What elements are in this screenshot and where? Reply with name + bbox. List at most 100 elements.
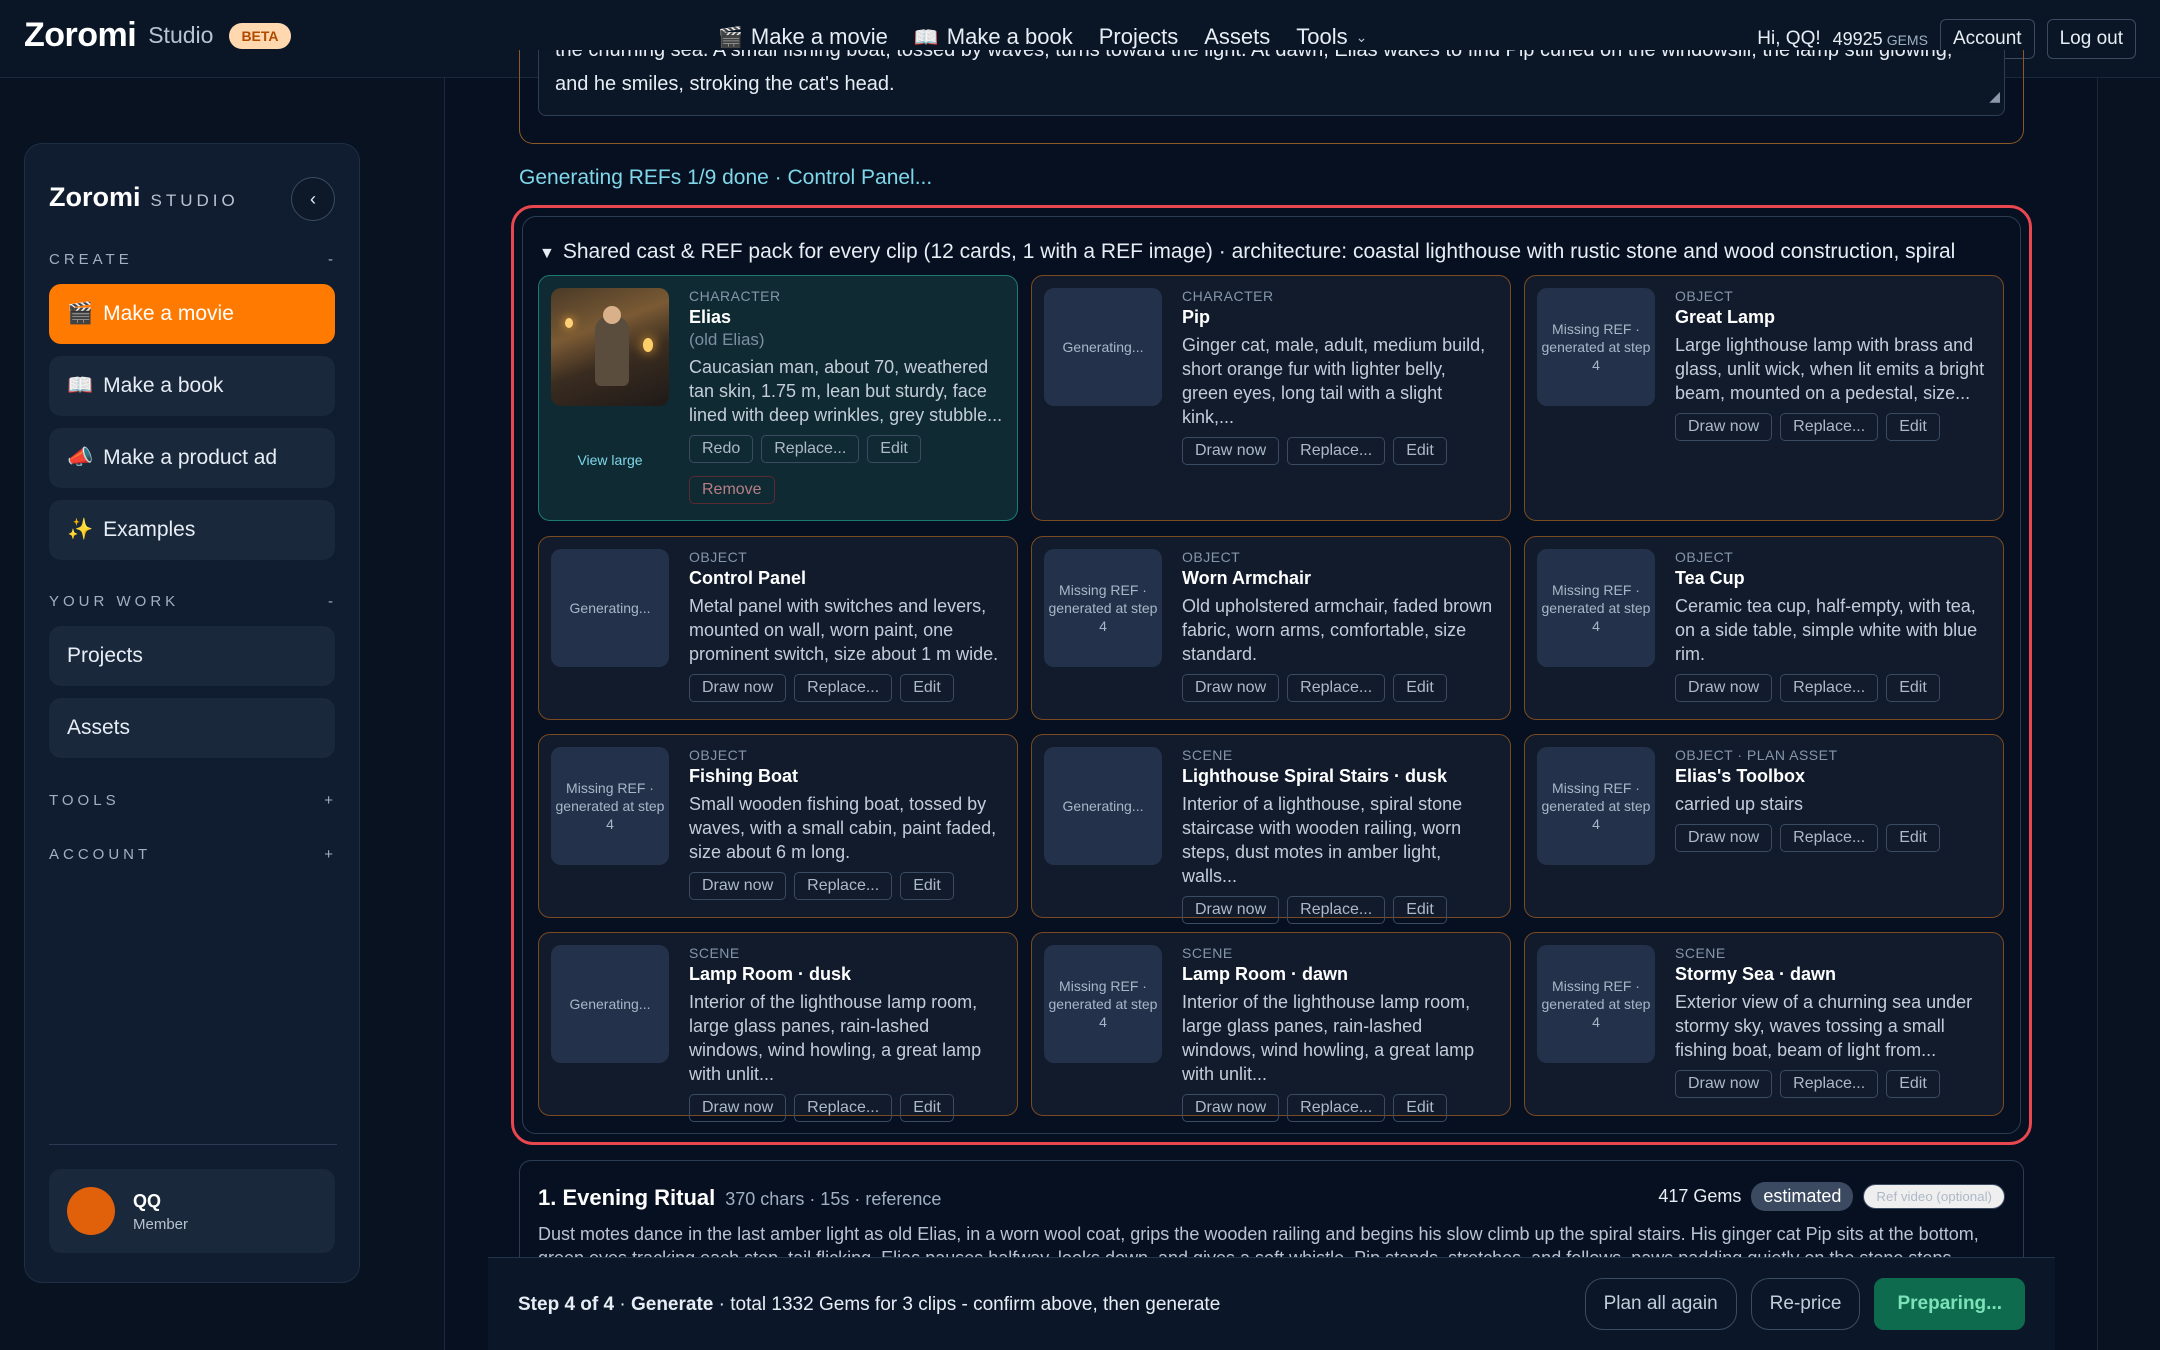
brand-logo[interactable]: Zoromi Studio BETA: [24, 16, 291, 55]
sidebar-item-label: Make a book: [103, 374, 224, 397]
card-name: Tea Cup: [1675, 568, 1745, 588]
sidebar-item-projects[interactable]: Projects: [49, 626, 335, 686]
draw-now-button[interactable]: Draw now: [1675, 824, 1773, 852]
logout-button[interactable]: Log out: [2046, 19, 2136, 59]
ref-placeholder: Missing REF · generated at step 4: [1537, 747, 1655, 865]
section-tools[interactable]: TOOLS +: [49, 792, 337, 809]
draw-now-button[interactable]: Draw now: [1182, 437, 1280, 465]
card-kind: SCENE: [1182, 945, 1233, 961]
sidebar-item-label: Examples: [103, 518, 196, 541]
ref-card: View large CHARACTER Elias (old Elias) Cauca…: [538, 275, 1018, 521]
replace-button[interactable]: Replace...: [1287, 1094, 1386, 1122]
user-card[interactable]: QQ Member: [49, 1169, 335, 1253]
replace-button[interactable]: Replace...: [1780, 824, 1879, 852]
clapperboard-icon: 🎬: [718, 26, 743, 49]
brand-sub: Studio: [148, 22, 214, 48]
resize-handle-icon[interactable]: ◢: [1989, 79, 2000, 113]
ref-image-thumbnail[interactable]: [551, 288, 669, 406]
draw-now-button[interactable]: Draw now: [689, 872, 787, 900]
reprice-button[interactable]: Re-price: [1750, 1278, 1861, 1330]
section-toggle: +: [324, 846, 337, 863]
story-textarea[interactable]: the churning sea. A small fishing boat, …: [538, 50, 2005, 116]
edit-button[interactable]: Edit: [1886, 674, 1940, 702]
edit-button[interactable]: Edit: [1393, 1094, 1447, 1122]
replace-button[interactable]: Replace...: [1780, 413, 1879, 441]
nav-tools[interactable]: Tools ⌄: [1296, 24, 1367, 50]
card-actions: Redo Replace... Edit: [689, 435, 1003, 463]
draw-now-button[interactable]: Draw now: [1182, 896, 1280, 924]
megaphone-icon: 📣: [67, 446, 94, 469]
edit-button[interactable]: Edit: [867, 435, 921, 463]
edit-button[interactable]: Edit: [1886, 413, 1940, 441]
sidebar-item-make-product-ad[interactable]: 📣 Make a product ad: [49, 428, 335, 488]
replace-button[interactable]: Replace...: [1780, 674, 1879, 702]
edit-button[interactable]: Edit: [1886, 824, 1940, 852]
card-kind: OBJECT: [1182, 549, 1241, 565]
sidebar-item-assets[interactable]: Assets: [49, 698, 335, 758]
redo-button[interactable]: Redo: [689, 435, 754, 463]
sidebar-header: Zoromi STUDIO: [49, 182, 239, 213]
lantern-glow: [565, 318, 573, 328]
draw-now-button[interactable]: Draw now: [1675, 413, 1773, 441]
replace-button[interactable]: Replace...: [761, 435, 860, 463]
card-body: SCENE Lighthouse Spiral Stairs · dusk Inte…: [1182, 747, 1496, 924]
sidebar-item-examples[interactable]: ✨ Examples: [49, 500, 335, 560]
card-body: SCENE Lamp Room · dusk Interior of the lig…: [689, 945, 1003, 1122]
replace-button[interactable]: Replace...: [1287, 896, 1386, 924]
sidebar: Zoromi STUDIO ‹ CREATE - 🎬 Make a movie …: [24, 143, 360, 1283]
sidebar-item-make-book[interactable]: 📖 Make a book: [49, 356, 335, 416]
card-name: Great Lamp: [1675, 307, 1776, 327]
nav-assets[interactable]: Assets: [1204, 24, 1270, 50]
card-name: Fishing Boat: [689, 766, 798, 786]
remove-button[interactable]: Remove: [689, 476, 775, 504]
edit-button[interactable]: Edit: [900, 872, 954, 900]
replace-button[interactable]: Replace...: [794, 674, 893, 702]
draw-now-button[interactable]: Draw now: [1675, 1070, 1773, 1098]
edit-button[interactable]: Edit: [1886, 1070, 1940, 1098]
card-description: Caucasian man, about 70, weathered tan s…: [689, 357, 1003, 425]
nav-label: Assets: [1204, 24, 1271, 49]
view-large-link[interactable]: View large: [551, 452, 669, 468]
replace-button[interactable]: Replace...: [794, 872, 893, 900]
draw-now-button[interactable]: Draw now: [1182, 674, 1280, 702]
ref-pack-summary[interactable]: ▼ Shared cast & REF pack for every clip (…: [539, 240, 1955, 264]
edit-button[interactable]: Edit: [900, 674, 954, 702]
replace-button[interactable]: Replace...: [1287, 437, 1386, 465]
card-kind: OBJECT: [689, 747, 748, 763]
edit-button[interactable]: Edit: [1393, 674, 1447, 702]
user-name: QQ: [133, 1191, 162, 1211]
edit-button[interactable]: Edit: [1393, 437, 1447, 465]
plan-all-again-button[interactable]: Plan all again: [1584, 1278, 1737, 1330]
nav-make-movie[interactable]: 🎬 Make a movie: [718, 24, 888, 50]
replace-button[interactable]: Replace...: [794, 1094, 893, 1122]
section-account[interactable]: ACCOUNT +: [49, 846, 337, 863]
collapse-sidebar-button[interactable]: ‹: [291, 177, 335, 221]
nav-make-book[interactable]: 📖 Make a book: [914, 24, 1073, 50]
draw-now-button[interactable]: Draw now: [689, 674, 787, 702]
preparing-button[interactable]: Preparing...: [1874, 1278, 2025, 1330]
replace-button[interactable]: Replace...: [1287, 674, 1386, 702]
section-your-work[interactable]: YOUR WORK -: [49, 593, 337, 610]
ref-pack-title: Shared cast & REF pack for every clip (1…: [562, 240, 1956, 263]
draw-now-button[interactable]: Draw now: [689, 1094, 787, 1122]
replace-button[interactable]: Replace...: [1780, 1070, 1879, 1098]
character-head: [603, 306, 621, 324]
nav-label: Projects: [1098, 24, 1179, 49]
bottom-buttons: Plan all again Re-price Preparing...: [1584, 1278, 2025, 1330]
draw-now-button[interactable]: Draw now: [1675, 674, 1773, 702]
draw-now-button[interactable]: Draw now: [1182, 1094, 1280, 1122]
card-kind: SCENE: [1182, 747, 1233, 763]
chevron-down-icon: ⌄: [1355, 28, 1368, 45]
sidebar-item-make-movie[interactable]: 🎬 Make a movie: [49, 284, 335, 344]
card-body: SCENE Lamp Room · dawn Interior of the lig…: [1182, 945, 1496, 1122]
ref-video-button[interactable]: Ref video (optional): [1863, 1184, 2005, 1209]
section-create[interactable]: CREATE -: [49, 251, 337, 268]
edit-button[interactable]: Edit: [900, 1094, 954, 1122]
nav-projects[interactable]: Projects: [1099, 24, 1178, 50]
card-kind: CHARACTER: [1182, 288, 1274, 304]
edit-button[interactable]: Edit: [1393, 896, 1447, 924]
card-body: OBJECT Tea Cup Ceramic tea cup, half-empty…: [1675, 549, 1989, 702]
card-actions: Draw now Replace... Edit: [1182, 437, 1496, 465]
clip-actions: 417 Gems estimated Ref video (optional): [1658, 1182, 2005, 1211]
card-description: Interior of a lighthouse, spiral stone s…: [1182, 794, 1463, 886]
